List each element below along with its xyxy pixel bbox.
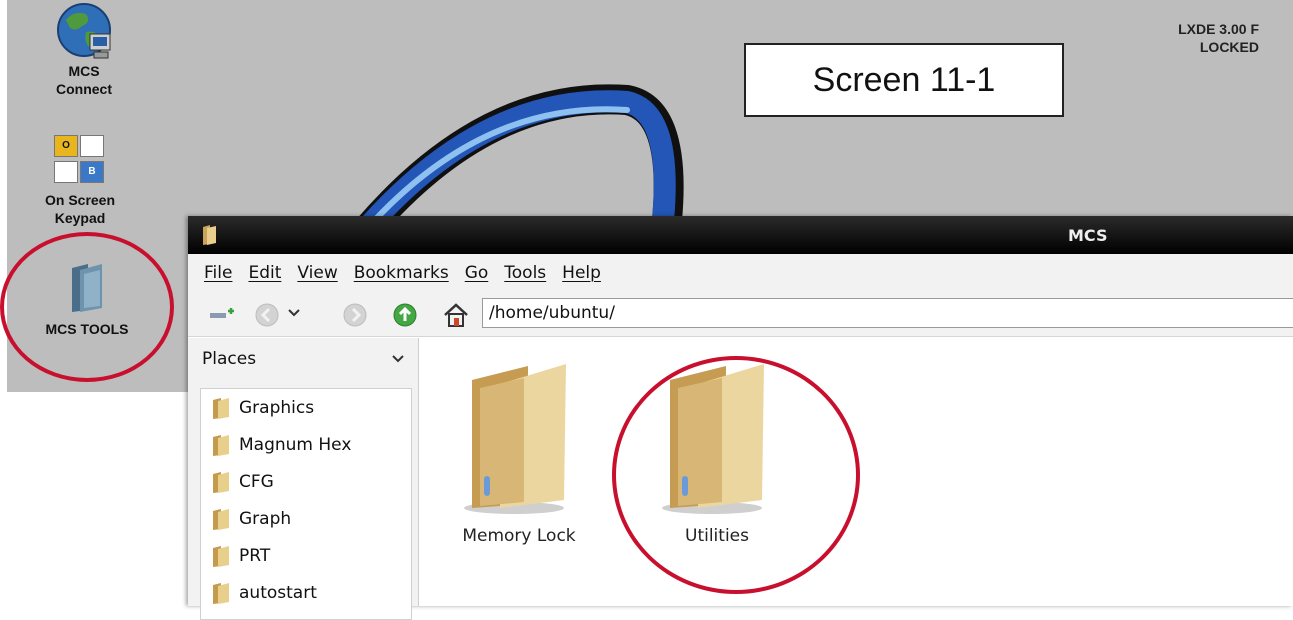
mcs-connect-label: MCS Connect xyxy=(56,63,112,97)
up-icon[interactable] xyxy=(392,302,418,328)
sidebar-item-magnum-hex[interactable]: Magnum Hex xyxy=(201,426,411,463)
sidebar-item-label: autostart xyxy=(239,582,317,603)
status-text: LXDE 3.00 F LOCKED xyxy=(1178,20,1259,56)
status-lock: LOCKED xyxy=(1199,39,1259,55)
globe-computer-icon xyxy=(56,2,112,62)
highlight-circle-utilities xyxy=(612,356,860,594)
desktop-icon-mcs-connect[interactable]: MCS Connect xyxy=(29,2,139,98)
folder-icon xyxy=(213,471,229,493)
places-header[interactable]: Places xyxy=(188,338,418,380)
chevron-down-icon[interactable] xyxy=(392,354,404,364)
forward-icon[interactable] xyxy=(342,302,368,328)
sidebar-item-cfg[interactable]: CFG xyxy=(201,463,411,500)
sidebar-item-graphics[interactable]: Graphics xyxy=(201,389,411,426)
keypad-key-b: B xyxy=(80,161,104,183)
window-title: MCS xyxy=(1068,226,1108,245)
places-title: Places xyxy=(202,349,257,369)
keypad-key-blank xyxy=(54,161,78,183)
places-sidebar: Places Graphics Magnum Hex CFG Graph PRT… xyxy=(188,338,419,620)
menu-file[interactable]: File xyxy=(204,263,232,283)
menu-view[interactable]: View xyxy=(297,263,337,283)
menu-go[interactable]: Go xyxy=(465,263,489,283)
keypad-key-o: O xyxy=(54,135,78,157)
desktop-icon-on-screen-keypad[interactable]: O B On Screen Keypad xyxy=(21,135,139,227)
sidebar-item-autostart[interactable]: autostart xyxy=(201,574,411,611)
chevron-down-icon[interactable] xyxy=(288,308,300,318)
menu-edit[interactable]: Edit xyxy=(248,263,281,283)
file-item-memory-lock[interactable]: Memory Lock xyxy=(439,358,599,546)
menu-bar: File Edit View Bookmarks Go Tools Help xyxy=(188,254,1293,292)
sidebar-item-label: Graphics xyxy=(239,397,315,418)
toolbar: /home/ubuntu/ xyxy=(188,292,1293,337)
sidebar-item-label: CFG xyxy=(239,471,274,492)
file-item-label: Memory Lock xyxy=(462,526,576,546)
folder-icon xyxy=(213,508,229,530)
keypad-icon: O B xyxy=(52,135,108,187)
folder-icon xyxy=(213,582,229,604)
folder-icon xyxy=(213,434,229,456)
back-icon[interactable] xyxy=(254,302,280,328)
home-icon[interactable] xyxy=(442,302,470,328)
sidebar-item-prt[interactable]: PRT xyxy=(201,537,411,574)
screen-label: Screen 11-1 xyxy=(744,43,1064,117)
sidebar-item-label: Magnum Hex xyxy=(239,434,352,455)
places-list: Graphics Magnum Hex CFG Graph PRT autost… xyxy=(200,388,412,620)
highlight-circle-mcs-tools xyxy=(0,232,174,382)
on-screen-keypad-label: On Screen Keypad xyxy=(44,192,116,226)
sidebar-item-label: PRT xyxy=(239,545,271,566)
folder-icon xyxy=(213,545,229,567)
menu-bookmarks[interactable]: Bookmarks xyxy=(354,263,449,283)
sidebar-item-label: Graph xyxy=(239,508,292,529)
folder-icon xyxy=(203,225,216,245)
menu-tools[interactable]: Tools xyxy=(504,263,546,283)
title-bar: MCS xyxy=(188,216,1293,254)
status-version: LXDE 3.00 F xyxy=(1178,21,1259,37)
logo-swoosh xyxy=(352,84,684,230)
menu-help[interactable]: Help xyxy=(562,263,601,283)
location-input[interactable]: /home/ubuntu/ xyxy=(482,298,1293,328)
sidebar-item-graph[interactable]: Graph xyxy=(201,500,411,537)
new-tab-icon[interactable] xyxy=(210,308,236,322)
folder-icon xyxy=(464,364,566,514)
keypad-key-blank xyxy=(80,135,104,157)
folder-icon xyxy=(213,397,229,419)
